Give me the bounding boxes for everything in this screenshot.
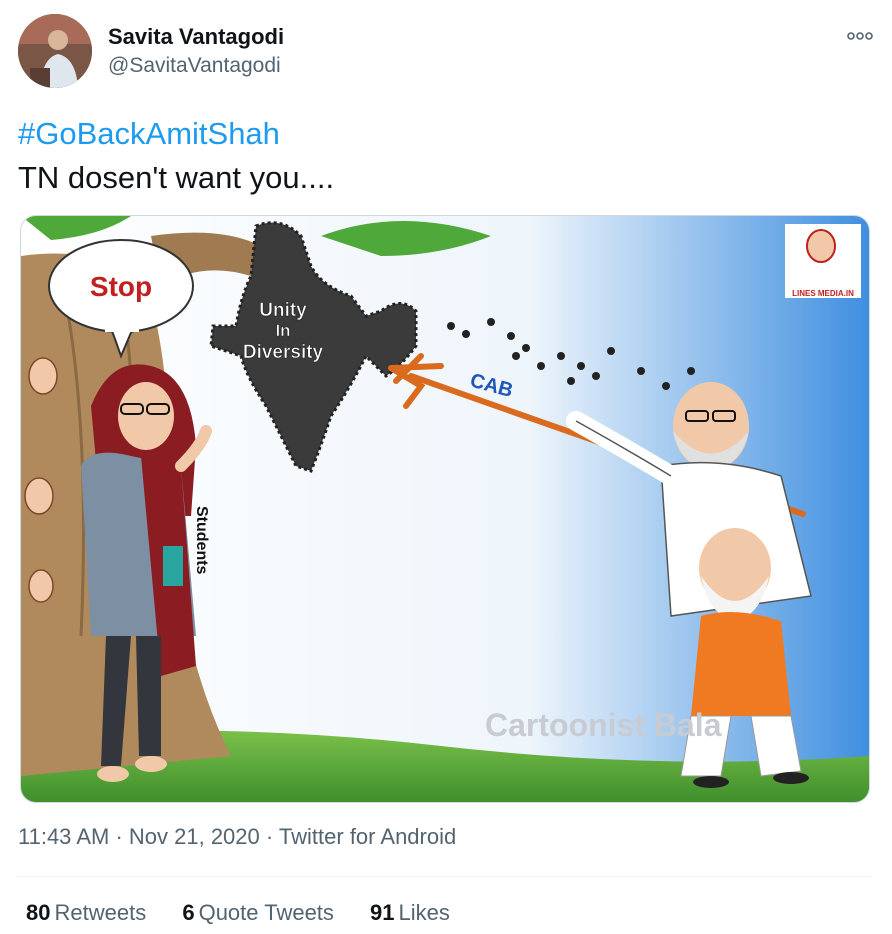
likes-count: 91 xyxy=(370,900,395,925)
tweet-date[interactable]: Nov 21, 2020 xyxy=(129,824,260,849)
sash-label: Students xyxy=(193,506,210,575)
tweet-meta: 11:43 AM · Nov 21, 2020 · Twitter for An… xyxy=(18,824,456,850)
map-label-diversity: Diversity xyxy=(243,342,324,363)
quote-tweets-count: 6 xyxy=(182,900,195,925)
hashtag-link[interactable]: #GoBackAmitShah xyxy=(18,112,334,156)
map-label-unity: Unity xyxy=(259,300,307,321)
retweets-stat[interactable]: 80 Retweets xyxy=(26,900,146,926)
speech-bubble-text: Stop xyxy=(90,271,152,302)
quote-tweets-stat[interactable]: 6 Quote Tweets xyxy=(182,900,334,926)
map-label-in: In xyxy=(275,321,290,340)
author-handle[interactable]: @SavitaVantagodi xyxy=(108,54,281,78)
tweet-time[interactable]: 11:43 AM xyxy=(18,824,109,849)
logo-text: LINES MEDIA.IN xyxy=(792,289,854,298)
more-horizontal-icon[interactable] xyxy=(846,26,874,46)
retweets-label: Retweets xyxy=(54,900,147,925)
lines-media-logo xyxy=(785,224,861,298)
likes-label: Likes xyxy=(398,900,450,925)
tweet-stats: 80 Retweets 6 Quote Tweets 91 Likes xyxy=(26,900,480,926)
divider xyxy=(18,876,870,877)
retweets-count: 80 xyxy=(26,900,51,925)
tweet-body: TN dosen't want you.... xyxy=(18,160,335,195)
tweet-source[interactable]: Twitter for Android xyxy=(279,824,456,849)
author-display-name[interactable]: Savita Vantagodi xyxy=(108,24,284,50)
tweet-media-image[interactable]: Stop Students Unity In Diversity CAB LIN… xyxy=(20,215,870,803)
avatar[interactable] xyxy=(18,14,92,88)
tweet-header: Savita Vantagodi @SavitaVantagodi xyxy=(18,14,874,88)
meta-separator: · xyxy=(109,824,129,849)
watermark: Cartoonist Bala xyxy=(485,707,722,743)
meta-separator-2: · xyxy=(259,824,279,849)
likes-stat[interactable]: 91 Likes xyxy=(370,900,450,926)
tweet-text: #GoBackAmitShah TN dosen't want you.... xyxy=(18,112,334,200)
quote-tweets-label: Quote Tweets xyxy=(198,900,334,925)
